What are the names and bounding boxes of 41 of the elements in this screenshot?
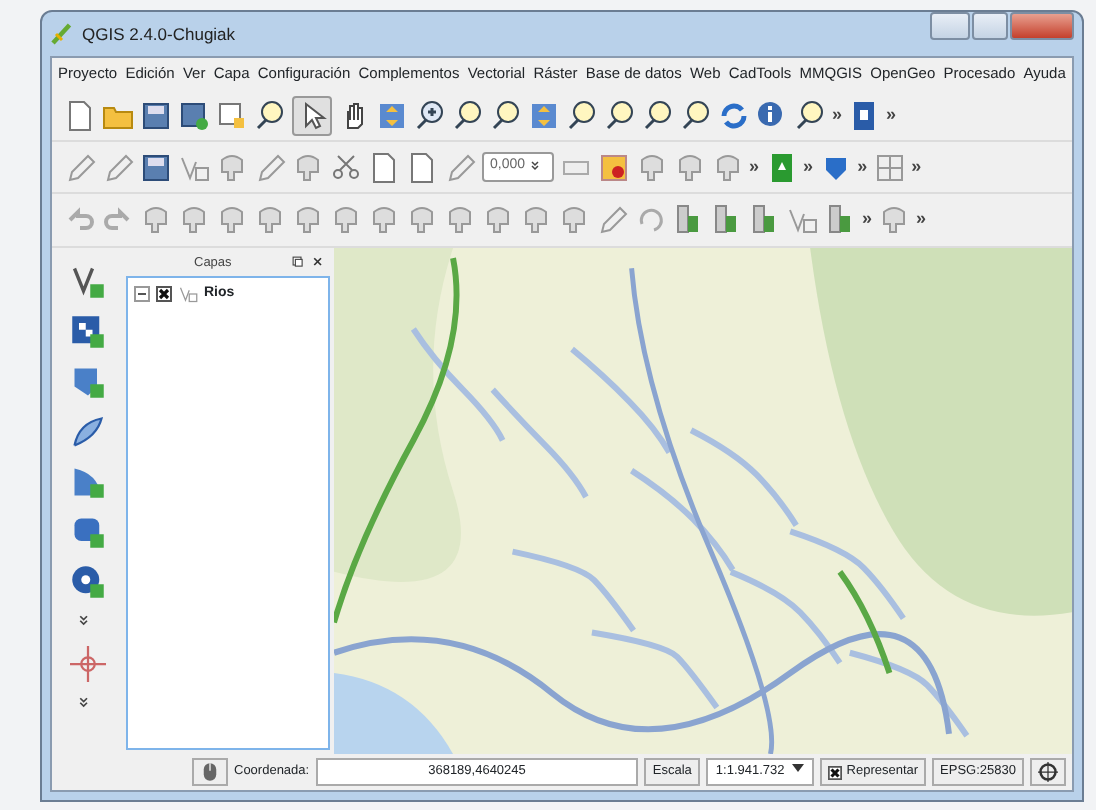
overflow-chevron[interactable]: » bbox=[911, 153, 922, 181]
overflow-chevron[interactable]: » bbox=[857, 153, 868, 181]
layer-checkbox[interactable] bbox=[156, 286, 172, 303]
overflow-chevron[interactable]: » bbox=[862, 206, 873, 234]
cut-icon[interactable] bbox=[330, 151, 362, 183]
identify-icon[interactable] bbox=[756, 99, 788, 131]
mouse-icon bbox=[200, 762, 220, 782]
zoom-in-icon[interactable] bbox=[414, 99, 446, 131]
app-logo-icon bbox=[50, 22, 74, 47]
rotate-icon[interactable] bbox=[634, 204, 666, 236]
window-title: QGIS 2.4.0-Chugiak bbox=[82, 21, 236, 47]
overflow-chevron[interactable]: » bbox=[886, 101, 897, 129]
save-as-icon[interactable] bbox=[178, 99, 210, 131]
overflow-chevron[interactable]: » bbox=[803, 153, 814, 181]
maximize-button[interactable] bbox=[972, 12, 1008, 40]
save-icon[interactable] bbox=[140, 99, 172, 131]
new-file-icon[interactable] bbox=[64, 99, 96, 131]
collapse-icon[interactable] bbox=[134, 286, 150, 303]
select-button[interactable] bbox=[292, 95, 332, 135]
overflow-chevron[interactable]: » bbox=[832, 101, 843, 129]
pencil-icon[interactable] bbox=[64, 151, 96, 183]
add-raster-icon[interactable] bbox=[69, 314, 105, 350]
crosshair-icon bbox=[1038, 762, 1058, 782]
caret-icon bbox=[792, 762, 805, 775]
add-vector-icon[interactable] bbox=[69, 264, 105, 300]
overflow-chevron[interactable]: » bbox=[916, 206, 927, 234]
vector-layer-icon bbox=[178, 284, 198, 305]
new-layout-icon[interactable] bbox=[216, 99, 248, 131]
crosshair-icon[interactable] bbox=[69, 646, 105, 682]
undo-icon[interactable] bbox=[64, 204, 96, 236]
overflow-chevron[interactable]: » bbox=[749, 153, 760, 181]
crs-status-button[interactable] bbox=[1030, 758, 1066, 786]
refresh-icon[interactable] bbox=[718, 99, 750, 131]
redo-icon[interactable] bbox=[102, 204, 134, 236]
checkbox-icon[interactable] bbox=[828, 765, 843, 779]
grid-icon[interactable] bbox=[873, 151, 906, 183]
copy-icon[interactable] bbox=[368, 151, 400, 183]
save-edits-icon[interactable] bbox=[140, 151, 172, 183]
paste-icon[interactable] bbox=[406, 151, 438, 183]
close-button[interactable] bbox=[1010, 12, 1074, 40]
minimize-button[interactable] bbox=[930, 12, 970, 40]
